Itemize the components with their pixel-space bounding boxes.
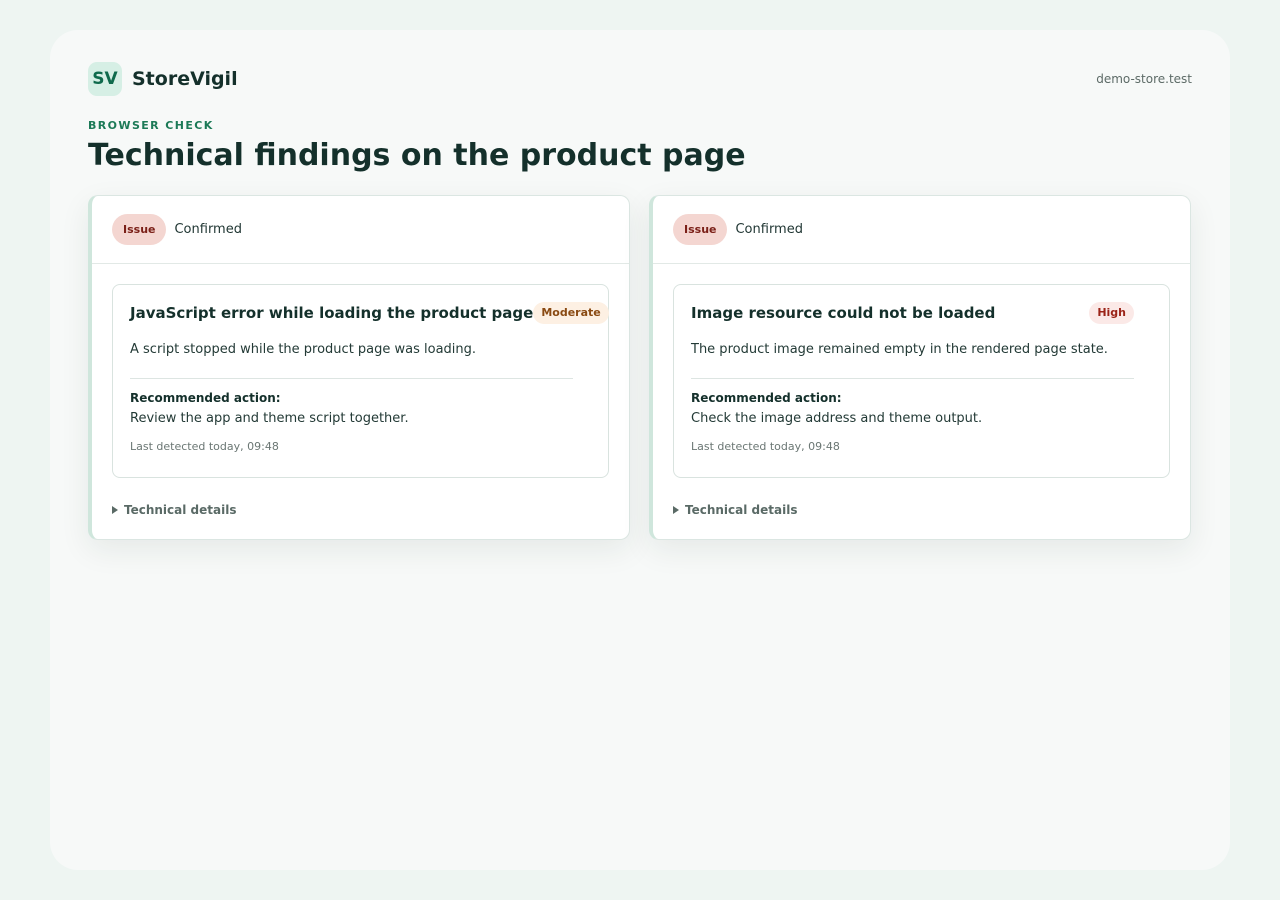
issue-badge: Issue [673, 214, 728, 245]
finding-description: The product image remained empty in the … [691, 342, 1108, 357]
finding-title: Image resource could not be loaded [691, 303, 996, 322]
findings-list: Issue Confirmed JavaScript error while l… [88, 195, 1191, 540]
recommended-action-label: Recommended action: [691, 391, 842, 405]
recommended-action-text: Review the app and theme script together… [130, 411, 409, 426]
finding-title: JavaScript error while loading the produ… [130, 303, 534, 322]
caret-right-icon [673, 506, 679, 514]
caret-right-icon [112, 506, 118, 514]
app-frame: SV StoreVigil demo-store.test BROWSER CH… [50, 30, 1230, 870]
brand-name: StoreVigil [132, 68, 238, 90]
finding-title-row: Image resource could not be loaded High [691, 285, 1134, 339]
header: SV StoreVigil demo-store.test [88, 62, 1192, 96]
status-text: Confirmed [735, 222, 803, 237]
technical-details-toggle[interactable]: Technical details [673, 503, 797, 517]
technical-details-label: Technical details [124, 503, 237, 517]
recommended-action-text: Check the image address and theme output… [691, 411, 983, 426]
finding-card: Issue Confirmed Image resource could not… [649, 195, 1191, 540]
status-text: Confirmed [174, 222, 242, 237]
finding-panel: Image resource could not be loaded High … [673, 284, 1170, 478]
brand[interactable]: SV StoreVigil [88, 62, 238, 96]
finding-description: A script stopped while the product page … [130, 342, 477, 357]
finding-panel: JavaScript error while loading the produ… [112, 284, 609, 478]
technical-details-label: Technical details [685, 503, 798, 517]
card-status-row: Issue Confirmed [653, 196, 1190, 264]
last-detected: Last detected today, 09:48 [691, 440, 840, 453]
last-detected: Last detected today, 09:48 [130, 440, 279, 453]
divider [130, 378, 573, 379]
issue-badge: Issue [112, 214, 167, 245]
page-title: Technical findings on the product page [88, 138, 746, 173]
store-url: demo-store.test [1096, 72, 1192, 86]
severity-badge: Moderate [533, 301, 609, 324]
divider [691, 378, 1134, 379]
technical-details-toggle[interactable]: Technical details [112, 503, 236, 517]
section-eyebrow: BROWSER CHECK [88, 119, 214, 132]
finding-card: Issue Confirmed JavaScript error while l… [88, 195, 630, 540]
recommended-action-label: Recommended action: [130, 391, 281, 405]
severity-badge: High [1089, 301, 1134, 324]
card-status-row: Issue Confirmed [92, 196, 629, 264]
finding-title-row: JavaScript error while loading the produ… [130, 285, 609, 339]
brand-logo-icon: SV [88, 62, 122, 96]
